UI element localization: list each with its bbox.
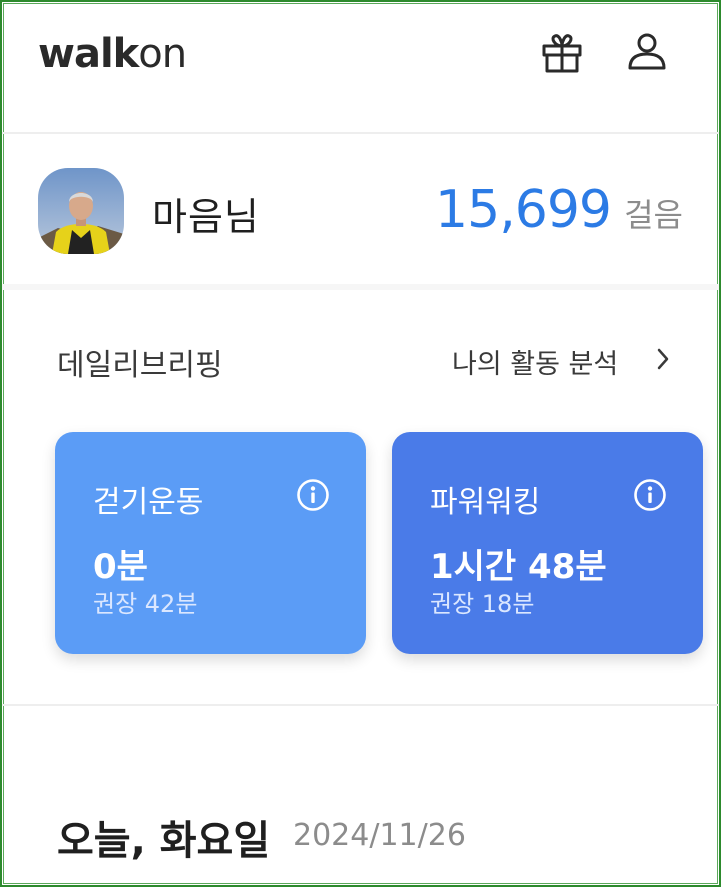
section-separator [2,284,719,290]
today-label: 오늘, 화요일 [57,818,271,864]
card-title: 걷기운동 [93,485,204,520]
logo-on-text: on [138,31,187,77]
walking-exercise-card[interactable]: 걷기운동 0분 권장 42분 [55,432,366,654]
app-frame: walkon 마음님 15,699 걸음 데일리브리핑 나의 활동 분석 걷기운… [0,0,721,887]
daily-briefing-title: 데일리브리핑 [57,348,223,383]
power-walking-card[interactable]: 파워워킹 1시간 48분 권장 18분 [392,432,703,654]
step-unit: 걸음 [624,196,683,234]
gift-icon[interactable] [539,30,585,76]
avatar-photo [38,168,124,254]
card-recommendation: 권장 42분 [93,590,198,618]
header-divider [2,132,719,134]
person-icon[interactable] [624,30,670,76]
info-icon[interactable] [633,478,667,512]
walkon-logo[interactable]: walkon [38,28,187,80]
card-value: 1시간 48분 [430,547,607,587]
card-title: 파워워킹 [430,485,541,520]
today-date: 2024/11/26 [293,818,466,853]
logo-walk-text: walk [38,31,139,77]
step-count: 15,699 [435,180,612,240]
info-icon[interactable] [296,478,330,512]
chevron-right-icon[interactable] [655,346,671,372]
app-header: walkon [2,2,719,132]
activity-analysis-link[interactable]: 나의 활동 분석 [452,342,618,381]
card-value: 0분 [93,547,148,587]
avatar[interactable] [38,168,124,254]
card-recommendation: 권장 18분 [430,590,535,618]
briefing-divider [2,704,719,706]
user-name: 마음님 [152,195,260,239]
